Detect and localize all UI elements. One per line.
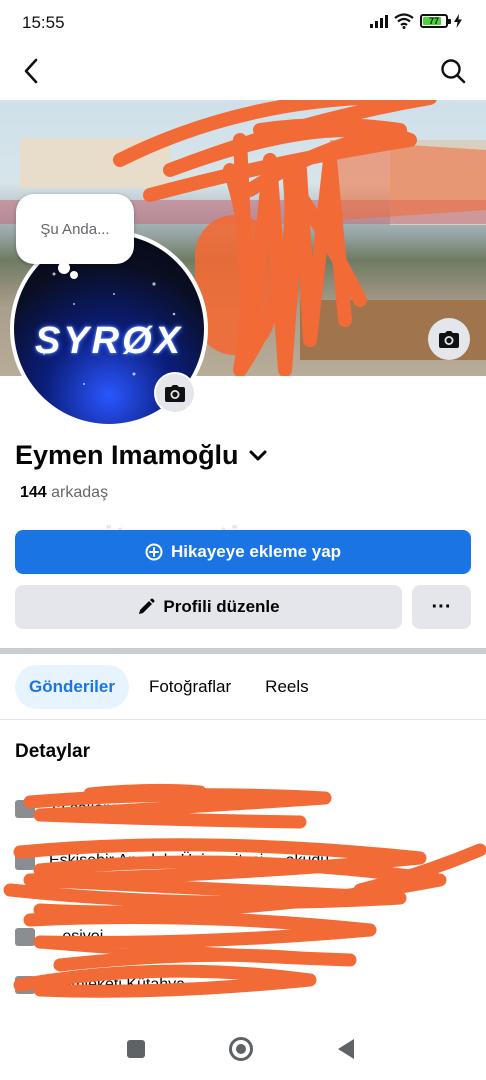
recent-apps-icon[interactable] <box>127 1040 145 1058</box>
back-arrow-icon <box>24 58 38 84</box>
status-time: 15:55 <box>22 13 65 32</box>
camera-icon <box>439 330 459 348</box>
system-icons: 77 <box>370 13 462 29</box>
top-bar <box>0 46 486 98</box>
profile-name-row[interactable]: Eymen Imamoğlu <box>15 440 267 471</box>
section-divider <box>0 648 486 654</box>
note-bubble[interactable]: Şu Anda... <box>16 194 134 264</box>
friend-count[interactable]: 144 arkadaş <box>20 484 108 502</box>
home-icon[interactable] <box>229 1037 253 1061</box>
details-redaction-scribble <box>3 783 486 998</box>
camera-icon <box>165 384 185 402</box>
details-title: Detaylar <box>15 741 90 762</box>
search-button[interactable] <box>436 54 470 88</box>
tab-posts[interactable]: Gönderiler <box>15 665 129 709</box>
tab-reels[interactable]: Reels <box>251 665 322 709</box>
plus-circle-icon <box>145 543 163 561</box>
add-to-story-label: Hikayeye ekleme yap <box>170 542 342 561</box>
add-to-story-button[interactable]: Hikayeye ekleme yap <box>15 530 471 574</box>
edit-profile-label: Profili düzenle <box>163 597 280 616</box>
note-bubble-tail <box>58 262 70 274</box>
status-bar: 15:55 77 <box>0 0 486 46</box>
avatar-camera-button[interactable] <box>154 372 196 414</box>
note-bubble-tail-small <box>70 271 78 279</box>
pencil-icon <box>139 598 155 614</box>
charging-icon <box>454 14 462 28</box>
edit-profile-button[interactable]: Profili düzenle <box>15 585 402 629</box>
friend-count-label: arkadaş <box>51 484 109 501</box>
more-options-label: ··· <box>431 595 452 618</box>
profile-tabs: Gönderiler Fotoğraflar Reels <box>15 665 323 709</box>
more-options-button[interactable]: ··· <box>412 585 471 629</box>
tab-photos[interactable]: Fotoğraflar <box>135 665 245 709</box>
back-button[interactable] <box>14 54 48 88</box>
avatar-logo-text: SYRØX <box>34 320 184 362</box>
friend-count-number: 144 <box>20 484 47 501</box>
tabs-divider <box>0 719 486 720</box>
profile-name: Eymen Imamoğlu <box>15 440 239 470</box>
chevron-down-icon[interactable] <box>249 450 267 462</box>
battery-icon: 77 <box>420 14 451 28</box>
note-bubble-text: Şu Anda... <box>40 220 110 238</box>
signal-icon <box>370 14 388 28</box>
back-triangle-icon[interactable] <box>338 1039 354 1059</box>
battery-percent: 77 <box>428 16 439 26</box>
cover-camera-button[interactable] <box>428 318 470 360</box>
android-nav-bar <box>0 1020 486 1080</box>
wifi-icon <box>394 13 414 29</box>
search-icon <box>441 59 466 84</box>
